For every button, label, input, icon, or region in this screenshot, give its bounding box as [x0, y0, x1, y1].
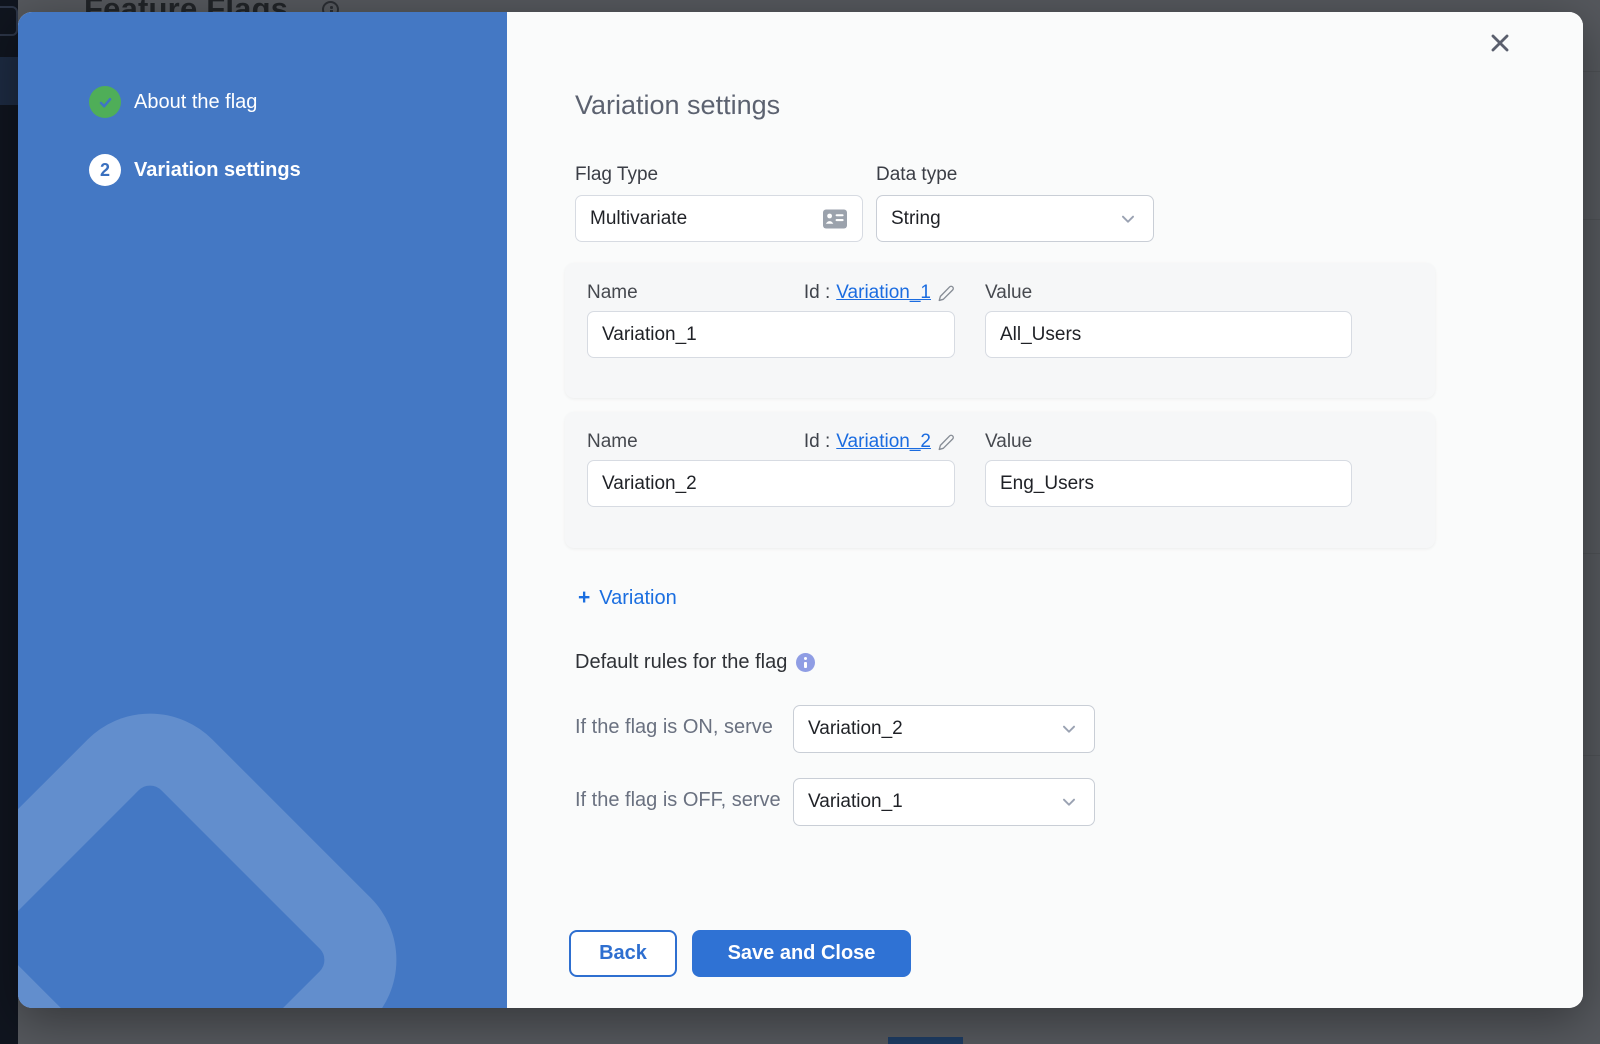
- add-variation-button[interactable]: + Variation: [578, 586, 677, 610]
- step-label: Variation settings: [134, 154, 301, 186]
- back-button[interactable]: Back: [569, 930, 677, 977]
- save-and-close-button[interactable]: Save and Close: [692, 930, 911, 977]
- variation-id-link[interactable]: Variation_1: [836, 282, 931, 304]
- create-flag-modal: About the flag 2 Variation settings Vari…: [18, 12, 1583, 1008]
- app-sidebar-dimmed: [0, 0, 18, 1044]
- id-prefix: Id :: [804, 431, 830, 453]
- variation-settings-panel: Variation settings Flag Type Data type M…: [507, 12, 1583, 1008]
- variation-id: Id : Variation_2: [804, 431, 955, 453]
- variation-card: Name Id : Variation_2 Value: [565, 412, 1435, 548]
- on-rule-label: If the flag is ON, serve: [575, 714, 787, 741]
- chevron-down-icon: [1117, 208, 1139, 230]
- info-icon[interactable]: [796, 653, 815, 672]
- off-rule-select[interactable]: Variation_1: [793, 778, 1095, 826]
- on-rule-value: Variation_2: [808, 718, 903, 740]
- divider: [1583, 71, 1600, 72]
- flag-type-value: Multivariate: [590, 208, 687, 230]
- data-type-value: String: [891, 208, 941, 230]
- divider: [1583, 553, 1600, 554]
- off-rule-label: If the flag is OFF, serve: [575, 787, 787, 814]
- variation-id: Id : Variation_1: [804, 282, 955, 304]
- plus-icon: +: [578, 586, 590, 610]
- variation-card: Name Id : Variation_1 Value: [565, 263, 1435, 398]
- data-type-select[interactable]: String: [876, 195, 1154, 242]
- step-about-the-flag[interactable]: About the flag: [89, 86, 257, 118]
- sidebar-selected-item: [0, 57, 18, 105]
- panel-title: Variation settings: [575, 90, 780, 121]
- flag-type-field[interactable]: Multivariate: [575, 195, 863, 242]
- step-variation-settings[interactable]: 2 Variation settings: [89, 154, 301, 186]
- name-label: Name: [587, 431, 638, 453]
- step-label: About the flag: [134, 86, 257, 118]
- divider: [1583, 219, 1600, 220]
- variation-value-input[interactable]: [985, 311, 1352, 358]
- brand-watermark: [18, 677, 433, 1008]
- id-prefix: Id :: [804, 282, 830, 304]
- value-label: Value: [985, 282, 1032, 304]
- variation-value-input[interactable]: [985, 460, 1352, 507]
- off-rule-value: Variation_1: [808, 791, 903, 813]
- edit-pencil-icon[interactable]: [937, 433, 955, 451]
- dimmed-content-right: [1583, 0, 1600, 1044]
- data-type-label: Data type: [876, 164, 957, 186]
- variation-id-link[interactable]: Variation_2: [836, 431, 931, 453]
- check-icon: [97, 94, 114, 111]
- on-rule-select[interactable]: Variation_2: [793, 705, 1095, 753]
- step-complete-badge: [89, 86, 121, 118]
- value-label: Value: [985, 431, 1032, 453]
- dimmed-button: [888, 1037, 963, 1044]
- app-logo-outline: [0, 6, 18, 36]
- default-rules-label: Default rules for the flag: [575, 651, 787, 674]
- wizard-sidebar: About the flag 2 Variation settings: [18, 12, 507, 1008]
- close-button[interactable]: [1485, 28, 1515, 58]
- id-card-icon: [822, 208, 848, 230]
- variation-name-input[interactable]: [587, 460, 955, 507]
- default-rules-heading: Default rules for the flag: [575, 651, 815, 674]
- dimmed-content-bottom: [18, 1008, 1600, 1044]
- name-label: Name: [587, 282, 638, 304]
- step-number-badge: 2: [89, 154, 121, 186]
- flag-type-label: Flag Type: [575, 164, 658, 186]
- close-icon: [1487, 30, 1513, 56]
- add-variation-label: Variation: [599, 587, 676, 610]
- divider: [1583, 755, 1600, 756]
- variation-name-input[interactable]: [587, 311, 955, 358]
- chevron-down-icon: [1058, 718, 1080, 740]
- edit-pencil-icon[interactable]: [937, 284, 955, 302]
- chevron-down-icon: [1058, 791, 1080, 813]
